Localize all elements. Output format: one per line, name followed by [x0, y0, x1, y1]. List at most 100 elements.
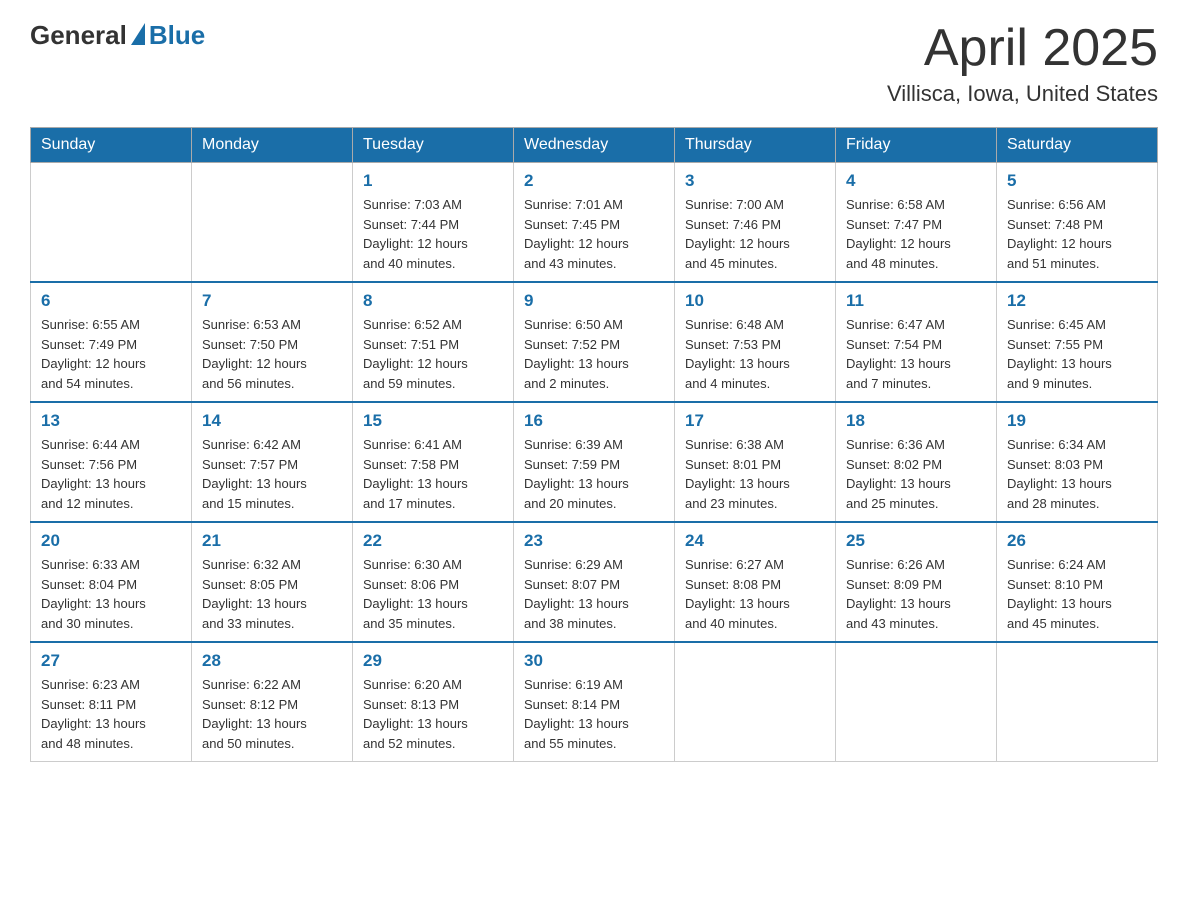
day-info: Sunrise: 6:23 AM Sunset: 8:11 PM Dayligh… [41, 675, 181, 753]
calendar-cell: 6Sunrise: 6:55 AM Sunset: 7:49 PM Daylig… [31, 282, 192, 402]
day-number: 19 [1007, 411, 1147, 431]
day-number: 15 [363, 411, 503, 431]
calendar-cell: 26 Sunrise: 6:24 AM Sunset: 8:10 PM Dayli… [997, 522, 1158, 642]
day-info: Sunrise: 6:48 AM Sunset: 7:53 PM Dayligh… [685, 315, 825, 393]
day-info: Sunrise: 7:03 AM Sunset: 7:44 PM Dayligh… [363, 195, 503, 273]
day-info: Sunrise: 6:27 AM Sunset: 8:08 PM Dayligh… [685, 555, 825, 633]
calendar-cell [31, 163, 192, 283]
weekday-header-row: SundayMondayTuesdayWednesdayThursdayFrid… [31, 128, 1158, 163]
day-info: Sunrise: 6:29 AM Sunset: 8:07 PM Dayligh… [524, 555, 664, 633]
day-info: Sunrise: 6:50 AM Sunset: 7:52 PM Dayligh… [524, 315, 664, 393]
calendar-cell: 2 Sunrise: 7:01 AM Sunset: 7:45 PM Daylig… [514, 163, 675, 283]
day-info: Sunrise: 6:58 AM Sunset: 7:47 PM Dayligh… [846, 195, 986, 273]
calendar-cell: 1 Sunrise: 7:03 AM Sunset: 7:44 PM Daylig… [353, 163, 514, 283]
calendar-cell: 3 Sunrise: 7:00 AM Sunset: 7:46 PM Daylig… [675, 163, 836, 283]
weekday-header-tuesday: Tuesday [353, 128, 514, 163]
calendar-cell: 8 Sunrise: 6:52 AM Sunset: 7:51 PM Daylig… [353, 282, 514, 402]
day-info: Sunrise: 6:36 AM Sunset: 8:02 PM Dayligh… [846, 435, 986, 513]
day-number: 8 [363, 291, 503, 311]
day-info: Sunrise: 6:33 AM Sunset: 8:04 PM Dayligh… [41, 555, 181, 633]
calendar-week-row: 13Sunrise: 6:44 AM Sunset: 7:56 PM Dayli… [31, 402, 1158, 522]
calendar-table: SundayMondayTuesdayWednesdayThursdayFrid… [30, 127, 1158, 762]
day-info: Sunrise: 6:34 AM Sunset: 8:03 PM Dayligh… [1007, 435, 1147, 513]
calendar-cell: 9 Sunrise: 6:50 AM Sunset: 7:52 PM Daylig… [514, 282, 675, 402]
calendar-cell: 4Sunrise: 6:58 AM Sunset: 7:47 PM Daylig… [836, 163, 997, 283]
calendar-cell: 25Sunrise: 6:26 AM Sunset: 8:09 PM Dayli… [836, 522, 997, 642]
calendar-cell: 14Sunrise: 6:42 AM Sunset: 7:57 PM Dayli… [192, 402, 353, 522]
calendar-cell: 18Sunrise: 6:36 AM Sunset: 8:02 PM Dayli… [836, 402, 997, 522]
calendar-cell: 12Sunrise: 6:45 AM Sunset: 7:55 PM Dayli… [997, 282, 1158, 402]
day-number: 3 [685, 171, 825, 191]
day-number: 16 [524, 411, 664, 431]
calendar-cell: 11 Sunrise: 6:47 AM Sunset: 7:54 PM Dayli… [836, 282, 997, 402]
calendar-cell: 22 Sunrise: 6:30 AM Sunset: 8:06 PM Dayli… [353, 522, 514, 642]
day-number: 26 [1007, 531, 1147, 551]
calendar-cell: 30Sunrise: 6:19 AM Sunset: 8:14 PM Dayli… [514, 642, 675, 762]
day-number: 20 [41, 531, 181, 551]
calendar-cell: 5Sunrise: 6:56 AM Sunset: 7:48 PM Daylig… [997, 163, 1158, 283]
page-header: General Blue April 2025 Villisca, Iowa, … [30, 20, 1158, 107]
weekday-header-wednesday: Wednesday [514, 128, 675, 163]
calendar-cell [997, 642, 1158, 762]
day-number: 10 [685, 291, 825, 311]
day-info: Sunrise: 6:32 AM Sunset: 8:05 PM Dayligh… [202, 555, 342, 633]
day-number: 22 [363, 531, 503, 551]
day-number: 11 [846, 291, 986, 311]
calendar-cell: 17 Sunrise: 6:38 AM Sunset: 8:01 PM Dayli… [675, 402, 836, 522]
day-number: 29 [363, 651, 503, 671]
calendar-week-row: 6Sunrise: 6:55 AM Sunset: 7:49 PM Daylig… [31, 282, 1158, 402]
day-number: 27 [41, 651, 181, 671]
logo: General Blue [30, 20, 205, 51]
day-number: 2 [524, 171, 664, 191]
weekday-header-saturday: Saturday [997, 128, 1158, 163]
title-section: April 2025 Villisca, Iowa, United States [887, 20, 1158, 107]
calendar-cell: 13Sunrise: 6:44 AM Sunset: 7:56 PM Dayli… [31, 402, 192, 522]
logo-general-text: General [30, 20, 127, 51]
page-title: April 2025 [887, 20, 1158, 77]
calendar-cell: 7Sunrise: 6:53 AM Sunset: 7:50 PM Daylig… [192, 282, 353, 402]
calendar-cell [836, 642, 997, 762]
day-info: Sunrise: 7:00 AM Sunset: 7:46 PM Dayligh… [685, 195, 825, 273]
weekday-header-friday: Friday [836, 128, 997, 163]
day-info: Sunrise: 6:56 AM Sunset: 7:48 PM Dayligh… [1007, 195, 1147, 273]
day-info: Sunrise: 6:39 AM Sunset: 7:59 PM Dayligh… [524, 435, 664, 513]
day-info: Sunrise: 6:41 AM Sunset: 7:58 PM Dayligh… [363, 435, 503, 513]
day-info: Sunrise: 6:52 AM Sunset: 7:51 PM Dayligh… [363, 315, 503, 393]
day-info: Sunrise: 6:22 AM Sunset: 8:12 PM Dayligh… [202, 675, 342, 753]
day-info: Sunrise: 6:42 AM Sunset: 7:57 PM Dayligh… [202, 435, 342, 513]
calendar-week-row: 27 Sunrise: 6:23 AM Sunset: 8:11 PM Dayli… [31, 642, 1158, 762]
calendar-cell: 24 Sunrise: 6:27 AM Sunset: 8:08 PM Dayli… [675, 522, 836, 642]
calendar-cell: 19 Sunrise: 6:34 AM Sunset: 8:03 PM Dayli… [997, 402, 1158, 522]
day-number: 24 [685, 531, 825, 551]
day-info: Sunrise: 6:26 AM Sunset: 8:09 PM Dayligh… [846, 555, 986, 633]
day-info: Sunrise: 6:24 AM Sunset: 8:10 PM Dayligh… [1007, 555, 1147, 633]
logo-blue-text: Blue [149, 20, 205, 51]
day-info: Sunrise: 6:45 AM Sunset: 7:55 PM Dayligh… [1007, 315, 1147, 393]
day-number: 6 [41, 291, 181, 311]
day-number: 1 [363, 171, 503, 191]
day-number: 9 [524, 291, 664, 311]
day-number: 23 [524, 531, 664, 551]
calendar-week-row: 20 Sunrise: 6:33 AM Sunset: 8:04 PM Dayli… [31, 522, 1158, 642]
day-info: Sunrise: 6:19 AM Sunset: 8:14 PM Dayligh… [524, 675, 664, 753]
day-info: Sunrise: 6:38 AM Sunset: 8:01 PM Dayligh… [685, 435, 825, 513]
calendar-week-row: 1 Sunrise: 7:03 AM Sunset: 7:44 PM Daylig… [31, 163, 1158, 283]
weekday-header-thursday: Thursday [675, 128, 836, 163]
calendar-cell: 21Sunrise: 6:32 AM Sunset: 8:05 PM Dayli… [192, 522, 353, 642]
calendar-cell: 28 Sunrise: 6:22 AM Sunset: 8:12 PM Dayli… [192, 642, 353, 762]
day-info: Sunrise: 6:30 AM Sunset: 8:06 PM Dayligh… [363, 555, 503, 633]
day-info: Sunrise: 7:01 AM Sunset: 7:45 PM Dayligh… [524, 195, 664, 273]
page-subtitle: Villisca, Iowa, United States [887, 81, 1158, 107]
calendar-cell [192, 163, 353, 283]
day-number: 28 [202, 651, 342, 671]
calendar-cell: 20 Sunrise: 6:33 AM Sunset: 8:04 PM Dayli… [31, 522, 192, 642]
day-info: Sunrise: 6:44 AM Sunset: 7:56 PM Dayligh… [41, 435, 181, 513]
day-number: 17 [685, 411, 825, 431]
day-info: Sunrise: 6:47 AM Sunset: 7:54 PM Dayligh… [846, 315, 986, 393]
calendar-cell: 27 Sunrise: 6:23 AM Sunset: 8:11 PM Dayli… [31, 642, 192, 762]
calendar-cell: 15 Sunrise: 6:41 AM Sunset: 7:58 PM Dayli… [353, 402, 514, 522]
weekday-header-sunday: Sunday [31, 128, 192, 163]
calendar-cell: 16 Sunrise: 6:39 AM Sunset: 7:59 PM Dayli… [514, 402, 675, 522]
calendar-cell: 29Sunrise: 6:20 AM Sunset: 8:13 PM Dayli… [353, 642, 514, 762]
day-number: 7 [202, 291, 342, 311]
